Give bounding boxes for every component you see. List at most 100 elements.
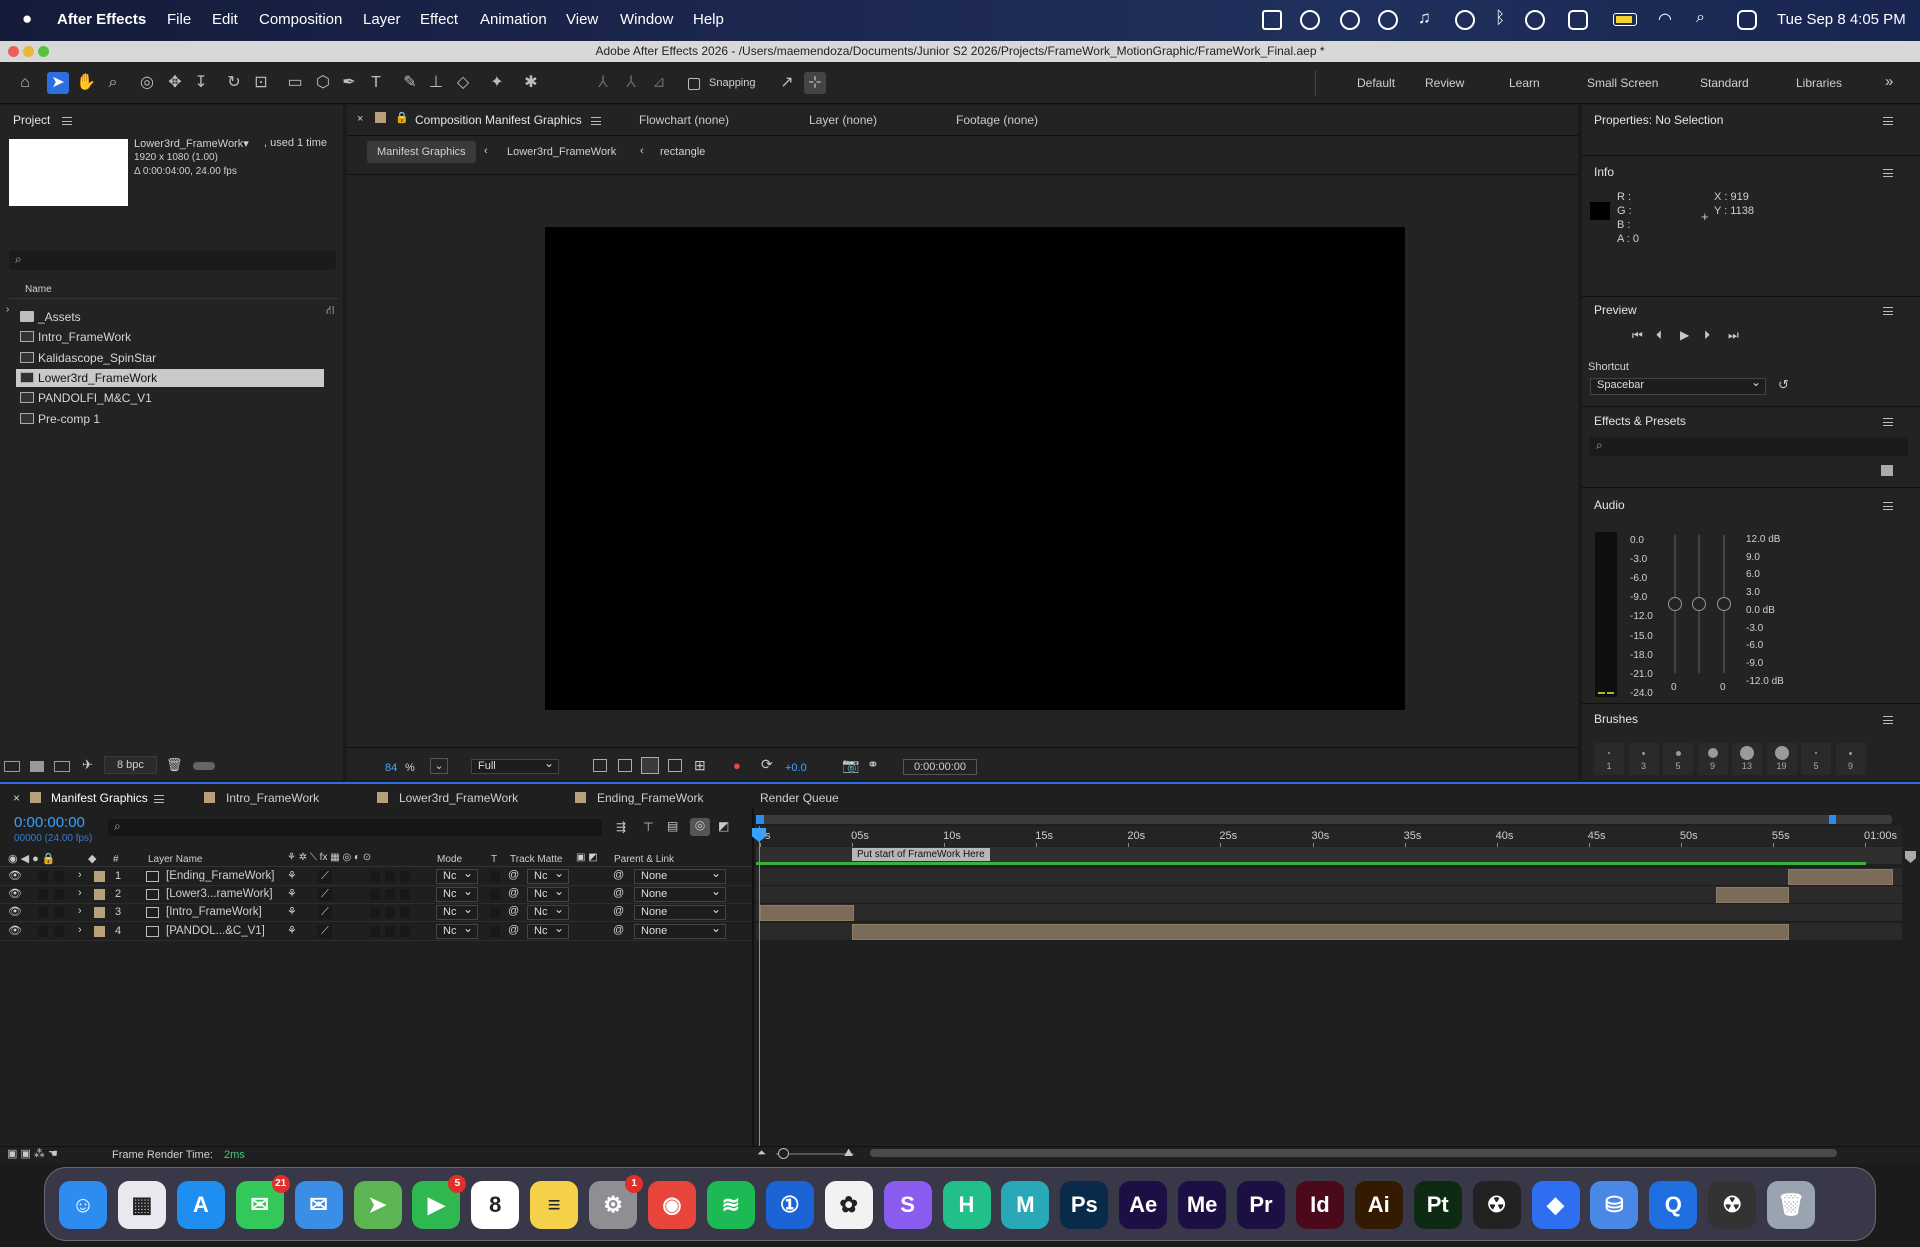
track-matte-dropdown[interactable]: Nc: [527, 903, 569, 921]
blend-mode-dropdown[interactable]: Nc: [436, 885, 478, 903]
screen-capture-icon[interactable]: [1262, 10, 1282, 30]
layer-duration-bar[interactable]: [852, 923, 1790, 940]
lock-icon[interactable]: 🔒: [395, 111, 409, 124]
flowchart-tab[interactable]: Flowchart (none): [639, 113, 729, 127]
reset-icon[interactable]: ↺: [1778, 377, 1789, 393]
menu-animation[interactable]: Animation: [480, 11, 547, 28]
control-center-icon[interactable]: [1737, 10, 1757, 30]
dock-app-substance-painter[interactable]: Pt: [1413, 1181, 1462, 1229]
dock-app-1password[interactable]: ①: [765, 1181, 814, 1229]
show-snapshot-icon[interactable]: ⚭: [867, 756, 879, 773]
folder-expand-icon[interactable]: ›: [6, 304, 9, 315]
project-item[interactable]: Lower3rd_FrameWork: [16, 368, 324, 387]
layer-row[interactable]: 👁 › 2 [Lower3...rameWork] ⚘ ⟋ Nc @ Nc @ None: [0, 885, 752, 905]
dock-app-messages[interactable]: ✉ 21: [235, 1175, 290, 1229]
dock-app-box-app[interactable]: ◆: [1531, 1181, 1580, 1229]
dock-app-photos[interactable]: ✿: [824, 1181, 873, 1229]
play-icon[interactable]: [1455, 10, 1475, 30]
layer-duration-bar[interactable]: [1787, 869, 1893, 885]
shy-switch-icon[interactable]: ⚘: [287, 887, 297, 900]
menu-layer[interactable]: Layer: [363, 11, 401, 28]
workspace-learn[interactable]: Learn: [1509, 76, 1540, 90]
layer-tab[interactable]: Layer (none): [809, 113, 877, 127]
blend-mode-dropdown[interactable]: Nc: [436, 903, 478, 921]
snapping-checkbox[interactable]: [688, 78, 700, 90]
transparency-grid-icon[interactable]: [618, 759, 632, 772]
next-frame-icon[interactable]: ⏵: [1704, 328, 1710, 343]
brush-tip[interactable]: 5: [1663, 743, 1693, 775]
3d-switch[interactable]: [400, 889, 410, 901]
quality-switch-icon[interactable]: ⟋: [318, 924, 332, 938]
motion-blur-icon[interactable]: ◩: [718, 819, 729, 833]
lock-switch[interactable]: [54, 907, 64, 919]
layer-row[interactable]: 👁 › 1 [Ending_FrameWork] ⚘ ⟋ Nc @ Nc @ None: [0, 867, 752, 886]
effects-menu-icon[interactable]: [1883, 418, 1893, 426]
fx-switch[interactable]: [370, 889, 380, 901]
password-icon[interactable]: [1378, 10, 1398, 30]
zoom-tool-icon[interactable]: ⌕: [102, 72, 124, 94]
audio-left-slider-handle[interactable]: [1668, 597, 1682, 611]
timeline-tab-render-queue[interactable]: Render Queue: [760, 791, 839, 805]
dock-app-s-app[interactable]: S: [883, 1181, 932, 1229]
footage-tab[interactable]: Footage (none): [956, 113, 1038, 127]
3d-switch[interactable]: [400, 871, 410, 882]
search-icon[interactable]: ⌕: [1696, 9, 1705, 27]
solo-switch[interactable]: [38, 925, 48, 937]
dock-app-facetime[interactable]: ▶ 5: [412, 1175, 467, 1229]
trash-icon[interactable]: 🗑: [166, 757, 183, 773]
column-layer-name[interactable]: Layer Name: [148, 854, 202, 865]
workspace-default[interactable]: Default: [1357, 76, 1395, 90]
timeline-zoom-slider[interactable]: [778, 1148, 789, 1159]
dock-app-launchpad[interactable]: ▦: [117, 1181, 166, 1229]
fx-switch[interactable]: [370, 907, 380, 919]
dock-app-nuke-2[interactable]: ☢: [1708, 1181, 1757, 1229]
hand-tool-icon[interactable]: ✋: [75, 72, 97, 94]
close-window-button[interactable]: [8, 46, 19, 57]
shortcut-dropdown[interactable]: Spacebar: [1590, 376, 1766, 395]
magnification-dropdown-icon[interactable]: ⌄: [430, 758, 448, 774]
dolly-camera-icon[interactable]: ↧: [190, 72, 212, 94]
audio-master-slider-handle[interactable]: [1692, 597, 1706, 611]
timeline-current-time[interactable]: 0:00:00:00: [14, 814, 85, 831]
project-menu-icon[interactable]: [62, 117, 72, 125]
dock-app-h-app[interactable]: H: [942, 1181, 991, 1229]
dock-app-illustrator[interactable]: Ai: [1354, 1181, 1403, 1229]
eye-icon[interactable]: 👁: [8, 869, 22, 882]
dock-app-media-encoder[interactable]: Me: [1178, 1181, 1227, 1229]
eraser-tool-icon[interactable]: ◇: [452, 72, 474, 94]
menu-window[interactable]: Window: [620, 11, 673, 28]
lock-switch[interactable]: [54, 925, 64, 937]
dock-app-disk-utility[interactable]: ⛁: [1590, 1181, 1639, 1229]
3d-cube-icon[interactable]: ⬡: [312, 72, 334, 94]
resolution-dropdown[interactable]: Full: [471, 757, 559, 774]
preserve-transparency-switch[interactable]: [490, 907, 500, 919]
frame-blending-icon[interactable]: ◎: [690, 818, 710, 836]
region-of-interest-icon[interactable]: [593, 759, 607, 772]
wifi-icon[interactable]: ◠: [1658, 9, 1672, 29]
display-icon[interactable]: [1568, 10, 1588, 30]
brush-tip[interactable]: 13: [1732, 743, 1762, 775]
expand-arrow-icon[interactable]: ›: [78, 869, 82, 881]
parent-pickwhip-icon[interactable]: @: [613, 887, 624, 899]
anchor-point-tool-icon[interactable]: ⊡: [250, 72, 272, 94]
shy-switch-icon[interactable]: ⚘: [287, 869, 297, 882]
lock-switch[interactable]: [54, 871, 64, 882]
preview-menu-icon[interactable]: [1883, 307, 1893, 315]
timeline-tab-ending[interactable]: Ending_FrameWork: [597, 791, 704, 805]
preserve-transparency-switch[interactable]: [490, 925, 500, 937]
brush-tip[interactable]: 1: [1594, 743, 1624, 775]
effects-search-input[interactable]: ⌕: [1590, 437, 1908, 456]
project-item[interactable]: PANDOLFI_M&C_V1: [16, 389, 324, 407]
brush-tip[interactable]: 9: [1835, 743, 1866, 775]
brush-tool-icon[interactable]: ✎: [399, 72, 421, 94]
label-swatch[interactable]: [94, 871, 105, 882]
dock-app-trash[interactable]: 🗑: [1767, 1181, 1816, 1229]
project-item[interactable]: Pre-comp 1: [16, 410, 324, 428]
label-swatch[interactable]: [94, 925, 105, 937]
color-depth-button[interactable]: 8 bpc: [104, 756, 157, 774]
timeline-menu-icon[interactable]: [154, 795, 164, 803]
layer-name[interactable]: [Lower3...rameWork]: [166, 888, 273, 900]
creative-cloud-icon[interactable]: [1340, 10, 1360, 30]
breadcrumb-manifest-graphics[interactable]: Manifest Graphics: [367, 141, 476, 163]
brushes-menu-icon[interactable]: [1883, 716, 1893, 724]
